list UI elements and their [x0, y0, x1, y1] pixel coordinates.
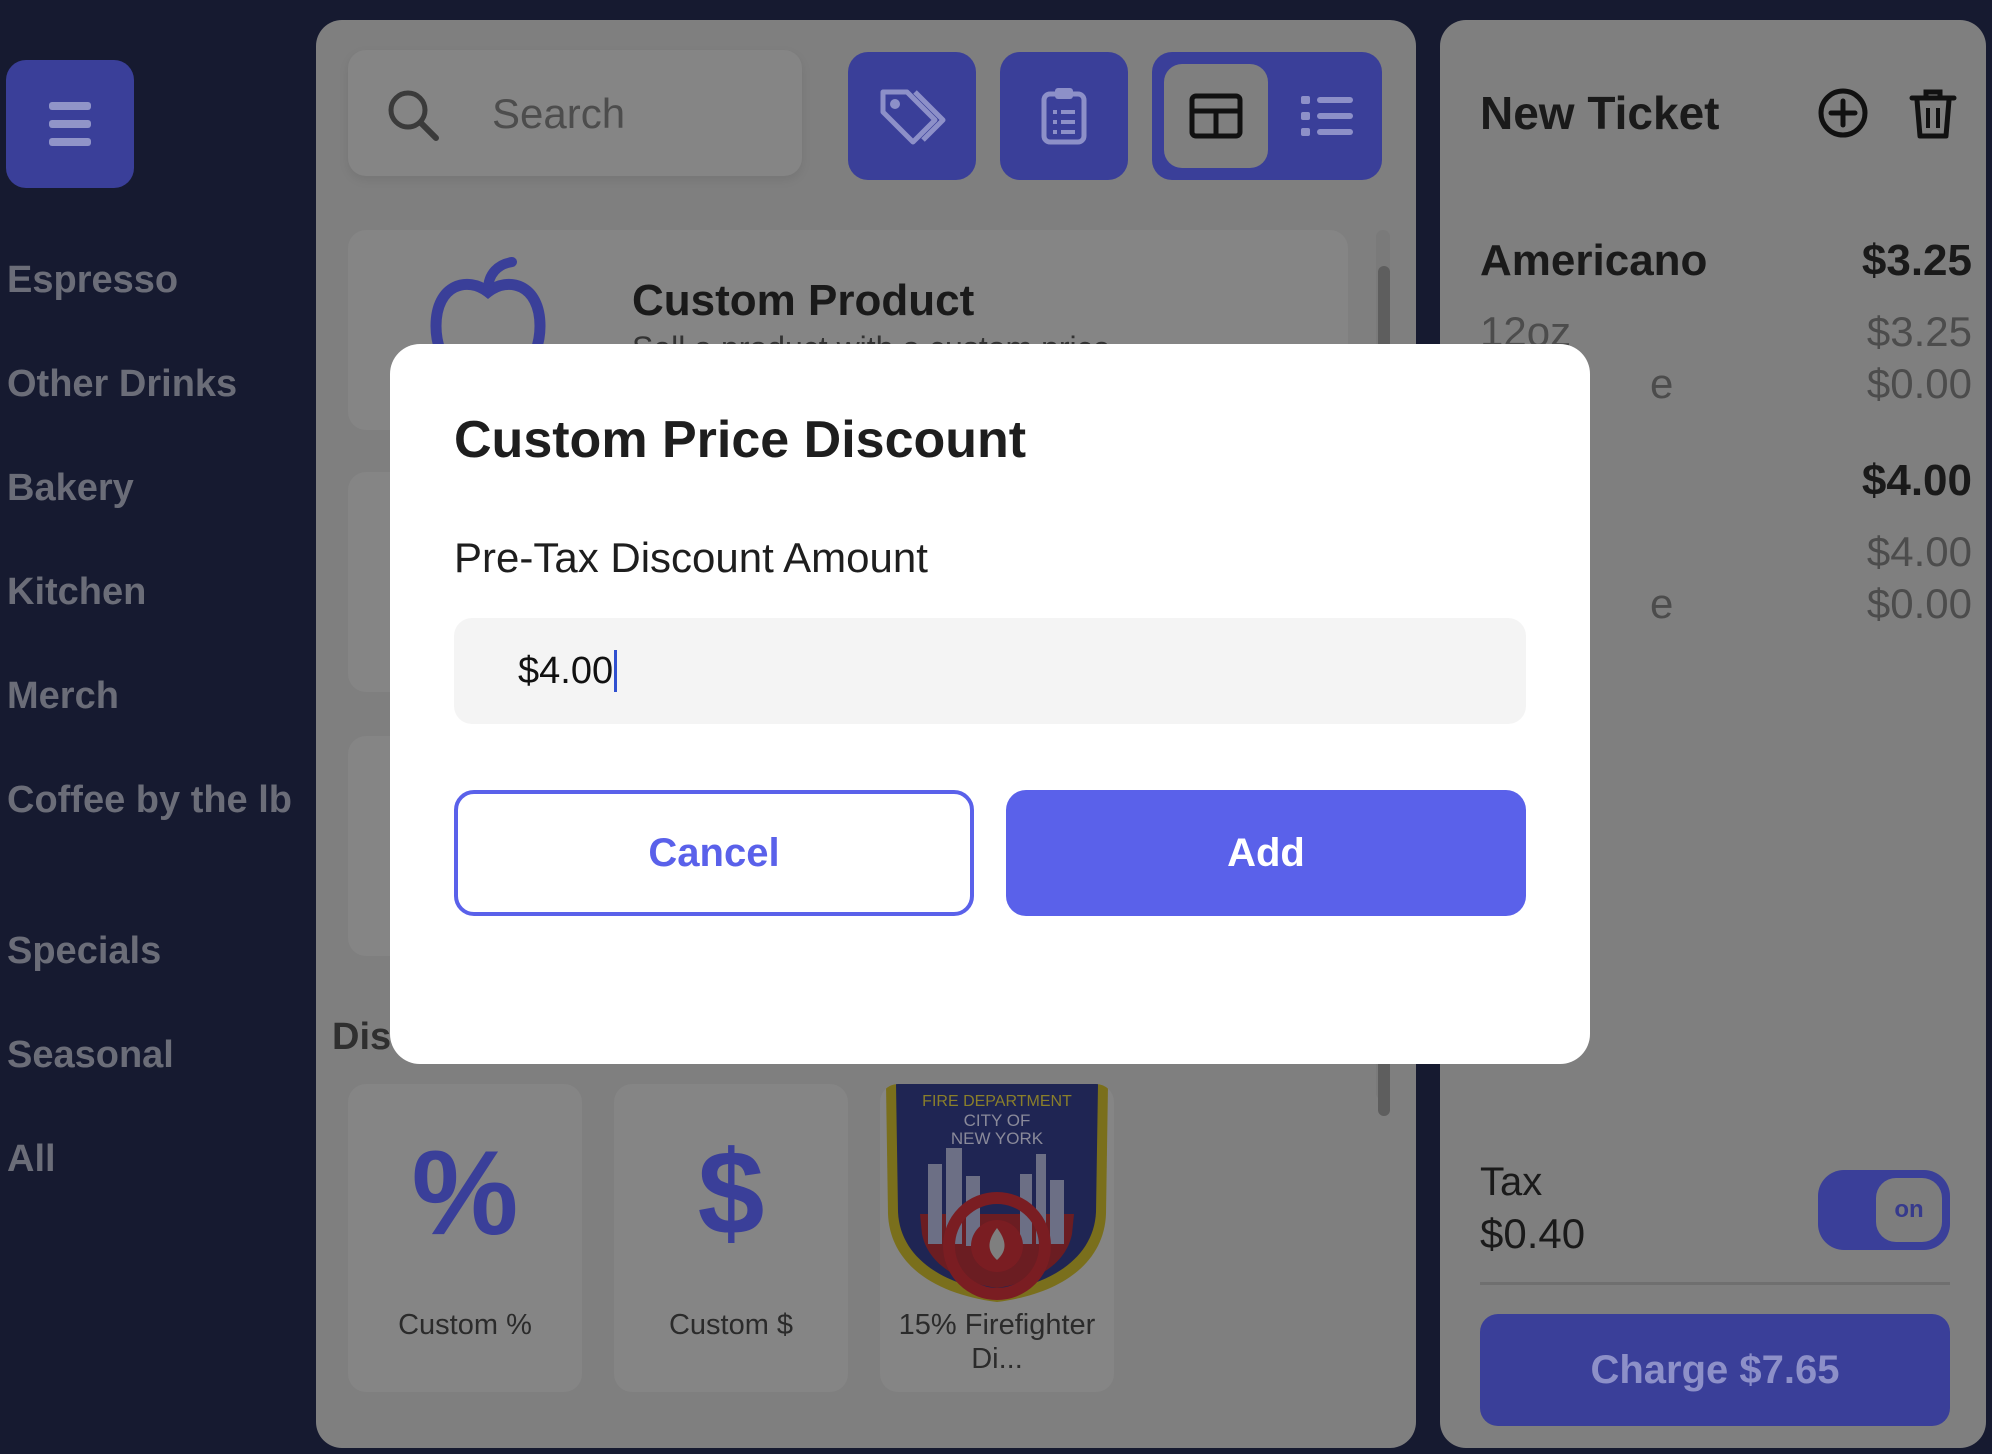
- discount-label: 15% Firefighter Di...: [898, 1309, 1096, 1375]
- category-espresso[interactable]: Espresso: [7, 256, 297, 304]
- custom-product-title: Custom Product: [632, 276, 975, 325]
- category-sidebar: Espresso Other Drinks Bakery Kitchen Mer…: [0, 0, 310, 1454]
- category-specials[interactable]: Specials: [7, 927, 297, 975]
- ticket-line-price: $4.00: [1861, 456, 1972, 505]
- ticket-line-modifier: e: [1650, 580, 1674, 627]
- discount-custom-percent[interactable]: % Custom %: [348, 1084, 582, 1392]
- category-merch[interactable]: Merch: [7, 672, 297, 720]
- ticket-line-name[interactable]: Americano: [1480, 236, 1707, 286]
- ticket-line-modifier-price: $4.00: [1866, 528, 1972, 575]
- category-other-drinks[interactable]: Other Drinks: [7, 360, 297, 408]
- grid-view-button[interactable]: [1164, 64, 1268, 168]
- fdny-badge-top-text: FIRE DEPARTMENT: [922, 1093, 1072, 1110]
- category-all[interactable]: All: [7, 1135, 297, 1183]
- view-mode-toggle: [1152, 52, 1382, 180]
- menu-button[interactable]: [6, 60, 134, 188]
- orders-clipboard-button[interactable]: [1000, 52, 1128, 180]
- fdny-badge-mid2-text: NEW YORK: [951, 1129, 1044, 1148]
- category-seasonal[interactable]: Seasonal: [7, 1031, 297, 1079]
- fdny-badge-icon: FIRE DEPARTMENT CITY OF NEW YORK: [886, 1084, 1108, 1302]
- tax-value: $0.40: [1480, 1210, 1586, 1257]
- dollar-icon: $: [697, 1126, 765, 1260]
- discounts-section-heading: Dis: [332, 1016, 392, 1058]
- ticket-title: New Ticket: [1480, 87, 1720, 139]
- clipboard-icon: [1041, 88, 1087, 145]
- fdny-badge-mid1-text: CITY OF: [964, 1111, 1031, 1130]
- grid-view-icon: [1189, 93, 1243, 139]
- ticket-line-modifier-price: $3.25: [1866, 308, 1972, 355]
- cancel-button[interactable]: Cancel: [454, 790, 974, 916]
- discount-tag-button[interactable]: [848, 52, 976, 180]
- discount-firefighter[interactable]: FIRE DEPARTMENT CITY OF NEW YORK 15% Fir…: [880, 1084, 1114, 1392]
- dialog-title: Custom Price Discount: [454, 411, 1027, 469]
- hamburger-icon: [49, 102, 91, 110]
- discount-custom-dollar[interactable]: $ Custom $: [614, 1084, 848, 1392]
- text-caret: [614, 650, 617, 692]
- discount-label: Custom $: [668, 1309, 794, 1341]
- tax-toggle[interactable]: on: [1818, 1170, 1950, 1250]
- tax-label: Tax: [1480, 1160, 1543, 1204]
- trash-icon[interactable]: [1906, 86, 1960, 140]
- ticket-line-modifier-price: $0.00: [1866, 580, 1972, 627]
- discount-label: Custom %: [398, 1309, 532, 1341]
- tag-icon: [880, 89, 946, 145]
- add-ticket-icon[interactable]: [1816, 86, 1870, 140]
- category-kitchen[interactable]: Kitchen: [7, 568, 297, 616]
- ticket-line-modifier: e: [1650, 360, 1674, 407]
- tax-toggle-knob: on: [1876, 1178, 1942, 1242]
- percent-icon: %: [411, 1126, 519, 1260]
- category-coffee-by-the-lb[interactable]: Coffee by the lb: [7, 776, 297, 824]
- search-input[interactable]: Search: [348, 50, 802, 176]
- search-icon: [388, 90, 439, 141]
- list-view-icon: [1301, 96, 1353, 136]
- add-button[interactable]: Add: [1006, 790, 1526, 916]
- charge-button[interactable]: Charge $7.65: [1480, 1314, 1950, 1426]
- ticket-line-modifier-price: $0.00: [1866, 360, 1972, 407]
- search-placeholder: Search: [492, 90, 626, 137]
- category-bakery[interactable]: Bakery: [7, 464, 297, 512]
- custom-price-discount-dialog: Custom Price Discount Pre-Tax Discount A…: [390, 344, 1590, 1064]
- ticket-line-price: $3.25: [1861, 236, 1972, 285]
- list-view-button[interactable]: [1282, 64, 1372, 168]
- discount-amount-label: Pre-Tax Discount Amount: [454, 534, 928, 581]
- divider: [1480, 1282, 1950, 1285]
